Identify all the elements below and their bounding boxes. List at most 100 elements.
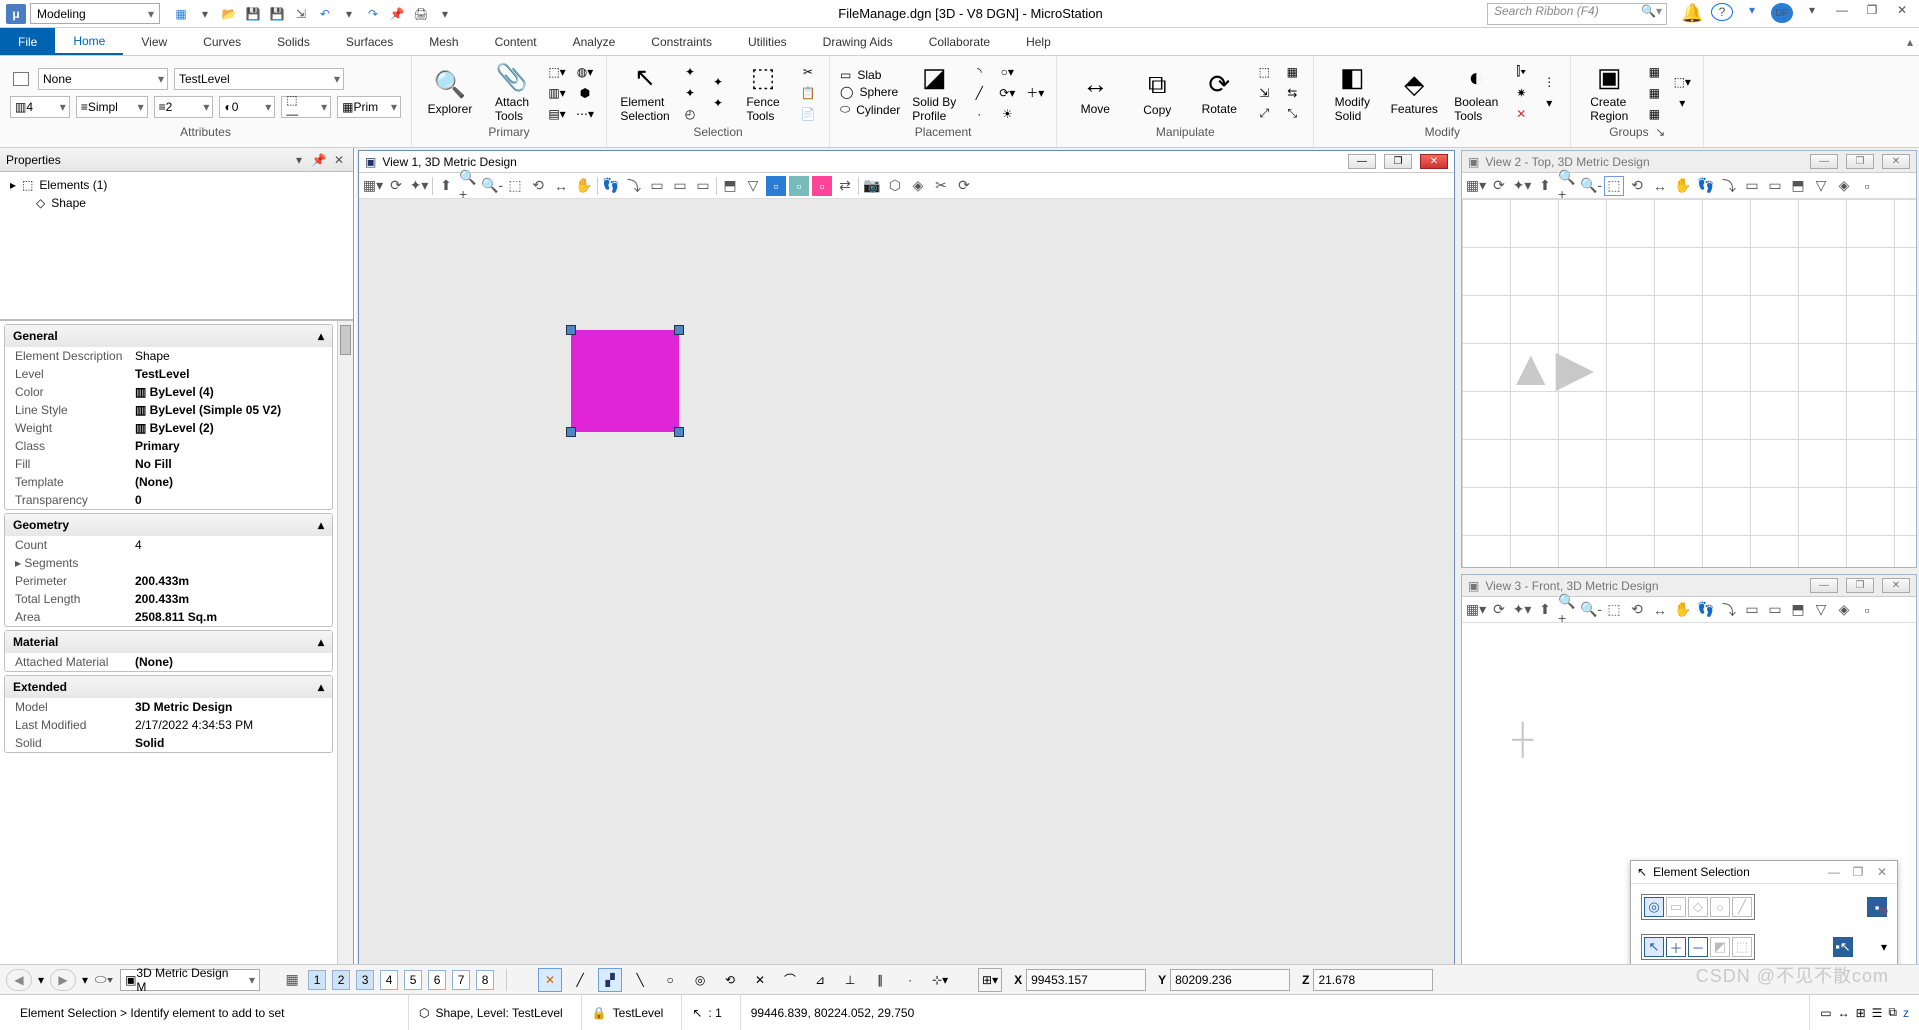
- cut-icon[interactable]: ✂: [797, 63, 819, 81]
- transparency-dropdown[interactable]: ◐ 0: [219, 96, 275, 118]
- handle-bl[interactable]: [566, 427, 576, 437]
- v1-t18[interactable]: ▫: [766, 176, 786, 196]
- group-ic4[interactable]: ⬚▾: [1671, 73, 1693, 91]
- z-input[interactable]: [1313, 969, 1433, 991]
- sel-ic5[interactable]: ✦: [707, 94, 729, 112]
- v1-t19[interactable]: ▫: [789, 176, 809, 196]
- color-swatch-icon[interactable]: [10, 70, 32, 88]
- linestyle-dropdown[interactable]: ≡ Simpl: [76, 96, 148, 118]
- handle-tl[interactable]: [566, 325, 576, 335]
- snap-12[interactable]: ∥: [868, 968, 892, 992]
- es-min[interactable]: —: [1825, 865, 1843, 879]
- view-btn-7[interactable]: 7: [452, 970, 470, 990]
- material-header[interactable]: Material▴: [5, 631, 332, 653]
- view-btn-2[interactable]: 2: [332, 970, 350, 990]
- view2-min[interactable]: —: [1810, 154, 1838, 169]
- snap-multi[interactable]: ⊞▾: [978, 968, 1002, 992]
- modify-ic2[interactable]: ✷: [1510, 84, 1532, 102]
- manip-ic2[interactable]: ⇲: [1253, 84, 1275, 102]
- place-circle-icon[interactable]: ○▾: [996, 63, 1018, 81]
- snap-4[interactable]: ╲: [628, 968, 652, 992]
- features-button[interactable]: ⬘Features: [1386, 61, 1442, 125]
- v2-t1[interactable]: ▦▾: [1466, 176, 1486, 196]
- tab-file[interactable]: File: [0, 28, 55, 55]
- nav-back-dd[interactable]: ▾: [38, 973, 44, 987]
- es-method-new[interactable]: ↖: [1644, 937, 1664, 957]
- view-btn-3[interactable]: 3: [356, 970, 374, 990]
- es-disable-icon[interactable]: ▪⦸: [1867, 897, 1887, 917]
- explorer-button[interactable]: 🔍Explorer: [422, 61, 478, 125]
- v3-t2[interactable]: ⟳: [1489, 600, 1509, 620]
- copy-button[interactable]: ⧉Copy: [1129, 61, 1185, 125]
- class-dropdown[interactable]: ▦ Prim: [337, 96, 401, 118]
- slab-button[interactable]: ▭ Slab: [840, 68, 900, 82]
- view3-max[interactable]: ❐: [1846, 578, 1874, 593]
- workspace-dropdown[interactable]: Modeling: [30, 3, 160, 24]
- v3-t12[interactable]: ⤵: [1719, 600, 1739, 620]
- v3-t14[interactable]: ▭: [1765, 600, 1785, 620]
- v1-t6[interactable]: 🔍-: [482, 176, 502, 196]
- es-mode-individual[interactable]: ◎: [1644, 897, 1664, 917]
- modify-ic4[interactable]: ⋮: [1538, 73, 1560, 91]
- manip-ic1[interactable]: ⬚: [1253, 63, 1275, 81]
- v2-t15[interactable]: ⬒: [1788, 176, 1808, 196]
- es-method-clear[interactable]: ⬚: [1732, 937, 1752, 957]
- view3-min[interactable]: —: [1810, 578, 1838, 593]
- v3-t11[interactable]: 👣: [1696, 600, 1716, 620]
- v1-camera-icon[interactable]: 📷: [862, 176, 882, 196]
- levels-icon[interactable]: ▤▾: [546, 105, 568, 123]
- tab-drawing-aids[interactable]: Drawing Aids: [805, 28, 911, 55]
- v1-t13[interactable]: ▭: [647, 176, 667, 196]
- view-layout-icon[interactable]: ▦: [282, 970, 302, 990]
- close-button[interactable]: ✕: [1891, 3, 1913, 24]
- v1-t14[interactable]: ▭: [670, 176, 690, 196]
- v3-t8[interactable]: ⟲: [1627, 600, 1647, 620]
- es-expand-icon[interactable]: ▾: [1881, 940, 1887, 954]
- qat-dd[interactable]: ▾: [436, 5, 454, 23]
- minimize-button[interactable]: —: [1831, 3, 1853, 24]
- sel-ic1[interactable]: ✦: [679, 63, 701, 81]
- v1-t8[interactable]: ⟲: [528, 176, 548, 196]
- active-model-dropdown[interactable]: ▣ 3D Metric Design M: [120, 969, 260, 991]
- handle-tr[interactable]: [674, 325, 684, 335]
- place-line-icon[interactable]: ╱: [968, 84, 990, 102]
- delete-icon[interactable]: ✕: [1510, 105, 1532, 123]
- snap-9[interactable]: ⌒: [778, 968, 802, 992]
- v3-t5[interactable]: 🔍+: [1558, 600, 1578, 620]
- tab-surfaces[interactable]: Surfaces: [328, 28, 411, 55]
- view1-min[interactable]: —: [1348, 154, 1376, 169]
- v1-pan-icon[interactable]: ✋: [574, 176, 594, 196]
- nav-model-icon[interactable]: ⬭▾: [94, 970, 114, 990]
- v3-t3[interactable]: ✦▾: [1512, 600, 1532, 620]
- v1-t21[interactable]: ⇄: [835, 176, 855, 196]
- level-lock-icon[interactable]: 🔒: [592, 1006, 607, 1020]
- v1-walk-icon[interactable]: 👣: [601, 176, 621, 196]
- v1-t26[interactable]: ⟳: [954, 176, 974, 196]
- snap-11[interactable]: ⊥: [838, 968, 862, 992]
- sphere-button[interactable]: ◯ Sphere: [840, 85, 900, 99]
- place-arc-icon[interactable]: ◝: [968, 63, 990, 81]
- weight-dropdown[interactable]: ≡ 2: [154, 96, 214, 118]
- snap-6[interactable]: ◎: [688, 968, 712, 992]
- nav-back[interactable]: ◀: [6, 969, 32, 991]
- v3-t17[interactable]: ◈: [1834, 600, 1854, 620]
- view-btn-4[interactable]: 4: [380, 970, 398, 990]
- snap-3[interactable]: ▞: [598, 968, 622, 992]
- panel-pin-icon[interactable]: 📌: [311, 153, 327, 167]
- v3-t15[interactable]: ⬒: [1788, 600, 1808, 620]
- models-icon[interactable]: ⬚▾: [546, 63, 568, 81]
- es-mode-circle[interactable]: ○: [1710, 897, 1730, 917]
- print-icon[interactable]: 🖨: [412, 5, 430, 23]
- v1-t12[interactable]: ⤵: [624, 176, 644, 196]
- general-header[interactable]: General▴: [5, 325, 332, 347]
- v3-t18[interactable]: ▫: [1857, 600, 1877, 620]
- tab-solids[interactable]: Solids: [259, 28, 328, 55]
- v2-t12[interactable]: ⤵: [1719, 176, 1739, 196]
- manip-ic4[interactable]: ▦: [1281, 63, 1303, 81]
- snap-10[interactable]: ⊿: [808, 968, 832, 992]
- element-tree[interactable]: ▸⬚Elements (1) ◇Shape: [0, 172, 353, 320]
- v3-t13[interactable]: ▭: [1742, 600, 1762, 620]
- view-1-canvas[interactable]: [359, 199, 1454, 991]
- place-sun-icon[interactable]: ☀: [996, 105, 1018, 123]
- es-mode-shape[interactable]: ◇: [1688, 897, 1708, 917]
